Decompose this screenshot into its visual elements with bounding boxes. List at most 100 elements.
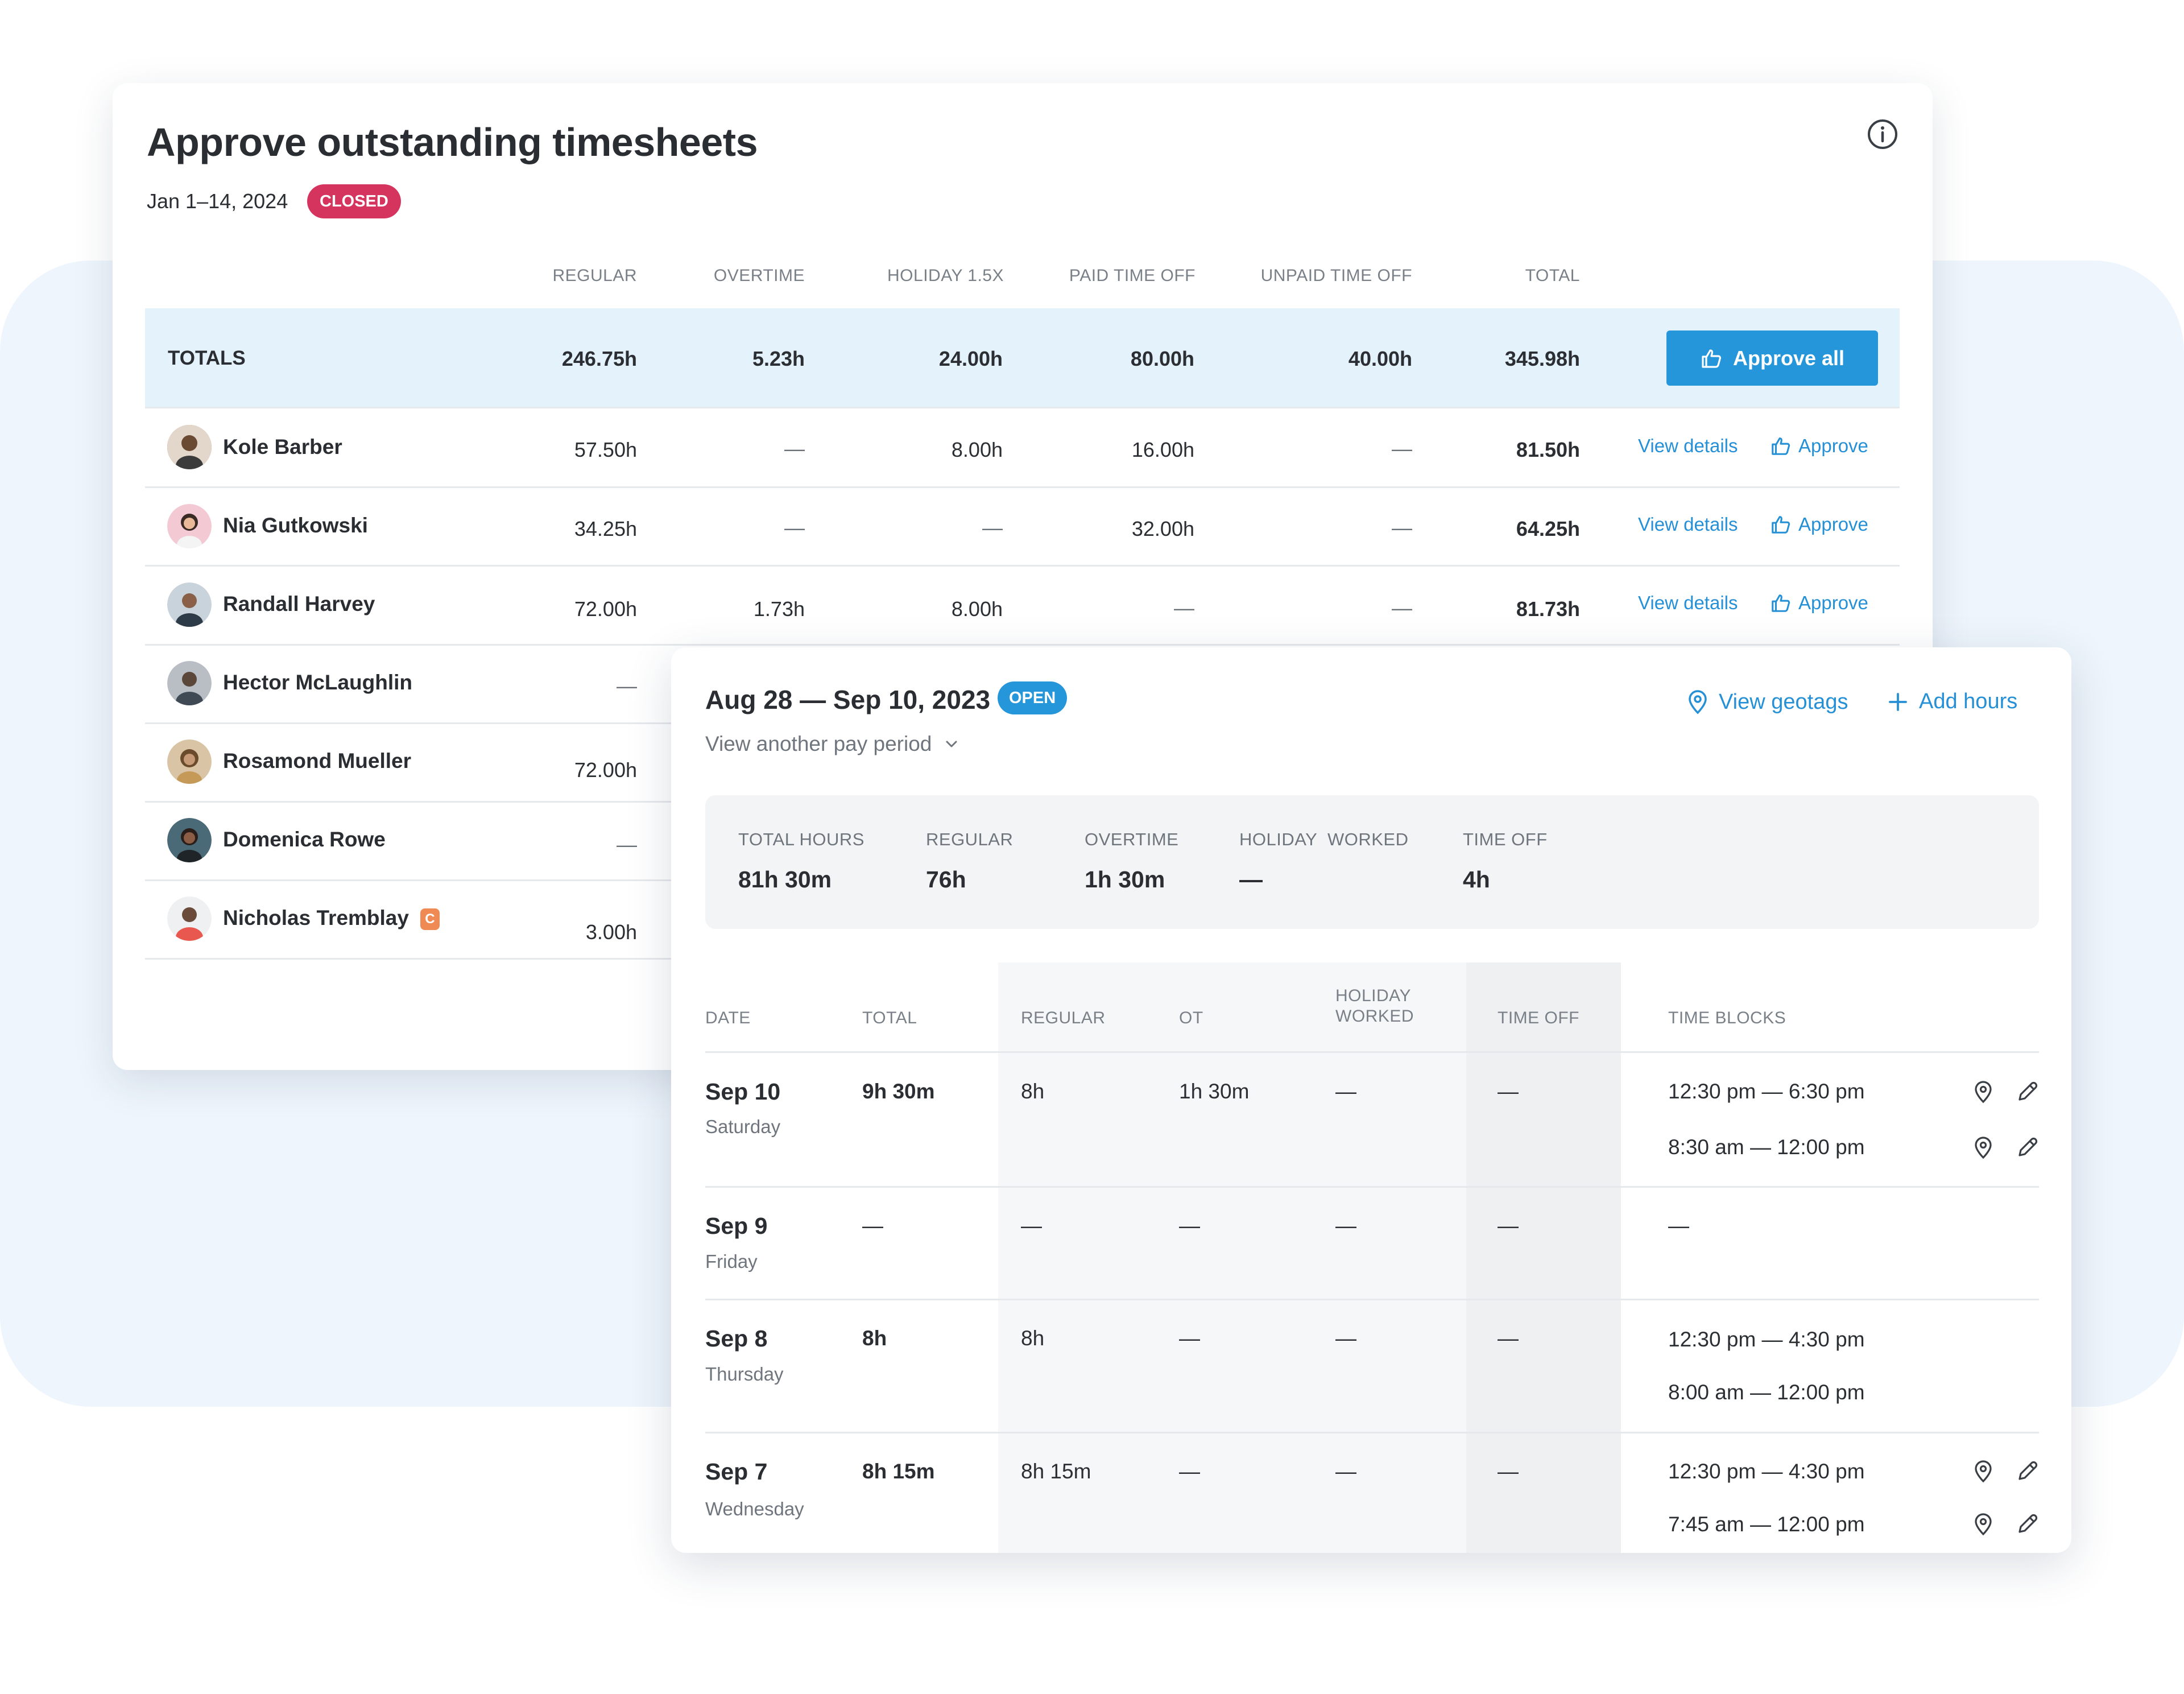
employee-name[interactable]: Rosamond Mueller — [223, 749, 411, 773]
avatar — [167, 582, 212, 627]
avatar — [167, 425, 212, 469]
employee-name[interactable]: Kole Barber — [223, 435, 342, 459]
pencil-icon[interactable] — [2015, 1511, 2040, 1536]
totals-row — [145, 308, 1900, 408]
employee-name[interactable]: Hector McLaughlin — [223, 671, 412, 695]
summary-value: 76h — [926, 866, 966, 893]
summary-panel — [705, 795, 2039, 929]
day-time-off: — — [1498, 1327, 1519, 1350]
totals-holiday: 24.00h — [938, 347, 1003, 370]
chevron-down-icon — [946, 741, 957, 747]
day-regular: — — [1021, 1214, 1042, 1237]
summary-label: HOLIDAY WORKED — [1239, 829, 1409, 849]
view-geotags-button[interactable]: View geotags — [1687, 689, 1848, 714]
day-total: 8h 15m — [862, 1460, 935, 1483]
employee-total: 64.25h — [1516, 517, 1580, 540]
day-total: — — [862, 1214, 883, 1237]
employee-regular: 34.25h — [574, 517, 637, 540]
totals-total: 345.98h — [1504, 347, 1580, 370]
time-block: 8:00 am — 12:00 pm — [1668, 1381, 1865, 1404]
employee-name[interactable]: Domenica Rowe — [223, 828, 386, 852]
day-time-off: — — [1498, 1460, 1519, 1483]
row-divider — [145, 644, 1900, 646]
pencil-icon[interactable] — [2015, 1079, 2040, 1104]
employee-name-text: Nicholas Tremblay — [223, 906, 409, 929]
view-details-link[interactable]: View details — [1638, 514, 1738, 535]
avatar — [167, 661, 212, 705]
day-weekday: Wednesday — [705, 1498, 804, 1519]
summary-value: — — [1239, 866, 1263, 893]
summary-value: 1h 30m — [1085, 866, 1165, 893]
thumbs-up-icon — [1772, 516, 1790, 534]
time-block: 12:30 pm — 4:30 pm — [1668, 1328, 1865, 1351]
row-divider — [145, 407, 1900, 408]
employee-paid-time-off: 16.00h — [1131, 438, 1194, 461]
table-divider — [705, 1051, 2039, 1053]
employee-regular: 3.00h — [585, 920, 637, 944]
column-header-paid-time-off: PAID TIME OFF — [1069, 266, 1196, 285]
view-details-link[interactable]: View details — [1638, 592, 1738, 614]
employee-unpaid-time-off: — — [1392, 437, 1412, 460]
column-header-total: TOTAL — [862, 1009, 917, 1027]
day-regular: 8h 15m — [1021, 1460, 1091, 1483]
status-badge-open: OPEN — [998, 681, 1068, 714]
totals-regular: 246.75h — [561, 347, 637, 370]
view-geotags-label: View geotags — [1719, 689, 1848, 714]
totals-paid-time-off: 80.00h — [1130, 347, 1194, 370]
employee-paid-time-off: — — [1174, 596, 1194, 619]
column-header-overtime: OVERTIME — [713, 266, 805, 285]
day-time-off: — — [1498, 1214, 1519, 1237]
day-date: Sep 9 — [705, 1213, 768, 1239]
column-header-regular: REGULAR — [1021, 1009, 1106, 1027]
view-another-pay-period-dropdown[interactable]: View another pay period — [705, 732, 959, 756]
add-hours-label: Add hours — [1919, 689, 2018, 713]
location-pin-icon[interactable] — [1971, 1079, 1996, 1104]
day-total: 8h — [862, 1327, 887, 1350]
approve-link[interactable]: Approve — [1770, 435, 1868, 457]
time-block: — — [1668, 1214, 1689, 1237]
day-ot: — — [1179, 1214, 1200, 1237]
time-block: 12:30 pm — 4:30 pm — [1668, 1460, 1865, 1483]
approve-link[interactable]: Approve — [1770, 592, 1868, 614]
add-hours-button[interactable]: Add hours — [1887, 689, 2017, 714]
row-divider — [145, 879, 671, 881]
employee-holiday: — — [982, 516, 1003, 539]
summary-label: OVERTIME — [1085, 829, 1179, 849]
pencil-icon[interactable] — [2015, 1459, 2040, 1484]
day-holiday: — — [1335, 1080, 1356, 1103]
approve-label: Approve — [1798, 514, 1868, 535]
info-icon[interactable] — [1866, 117, 1900, 151]
time-block: 8:30 am — 12:00 pm — [1668, 1135, 1865, 1159]
approve-label: Approve — [1798, 435, 1868, 456]
approve-label: Approve — [1798, 592, 1868, 613]
day-regular: 8h — [1021, 1080, 1045, 1103]
employee-regular: 57.50h — [574, 438, 637, 461]
row-divider — [145, 565, 1900, 567]
location-pin-icon[interactable] — [1971, 1459, 1996, 1484]
avatar — [167, 818, 212, 862]
view-details-link[interactable]: View details — [1638, 435, 1738, 457]
employee-total: 81.50h — [1516, 438, 1580, 461]
totals-unpaid-time-off: 40.00h — [1348, 347, 1412, 370]
pencil-icon[interactable] — [2015, 1135, 2040, 1160]
employee-name[interactable]: Randall Harvey — [223, 592, 375, 616]
day-time-off: — — [1498, 1080, 1519, 1103]
row-divider — [145, 486, 1900, 488]
day-holiday: — — [1335, 1327, 1356, 1350]
location-pin-icon[interactable] — [1971, 1511, 1996, 1536]
approve-all-button[interactable]: Approve all — [1666, 330, 1878, 386]
location-pin-icon[interactable] — [1971, 1135, 1996, 1160]
time-block: 12:30 pm — 6:30 pm — [1668, 1080, 1865, 1103]
day-holiday: — — [1335, 1460, 1356, 1483]
summary-label: TOTAL HOURS — [738, 829, 864, 849]
summary-label: TIME OFF — [1463, 829, 1548, 849]
employee-name[interactable]: Nicholas Tremblay C — [223, 906, 440, 931]
thumbs-up-icon — [1772, 594, 1790, 612]
employee-overtime: — — [784, 516, 805, 539]
approve-link[interactable]: Approve — [1770, 514, 1868, 535]
day-ot: — — [1179, 1460, 1200, 1483]
employee-paid-time-off: 32.00h — [1131, 517, 1194, 540]
employee-name[interactable]: Nia Gutkowski — [223, 514, 368, 538]
day-weekday: Thursday — [705, 1364, 784, 1385]
day-date: Sep 7 — [705, 1459, 768, 1485]
